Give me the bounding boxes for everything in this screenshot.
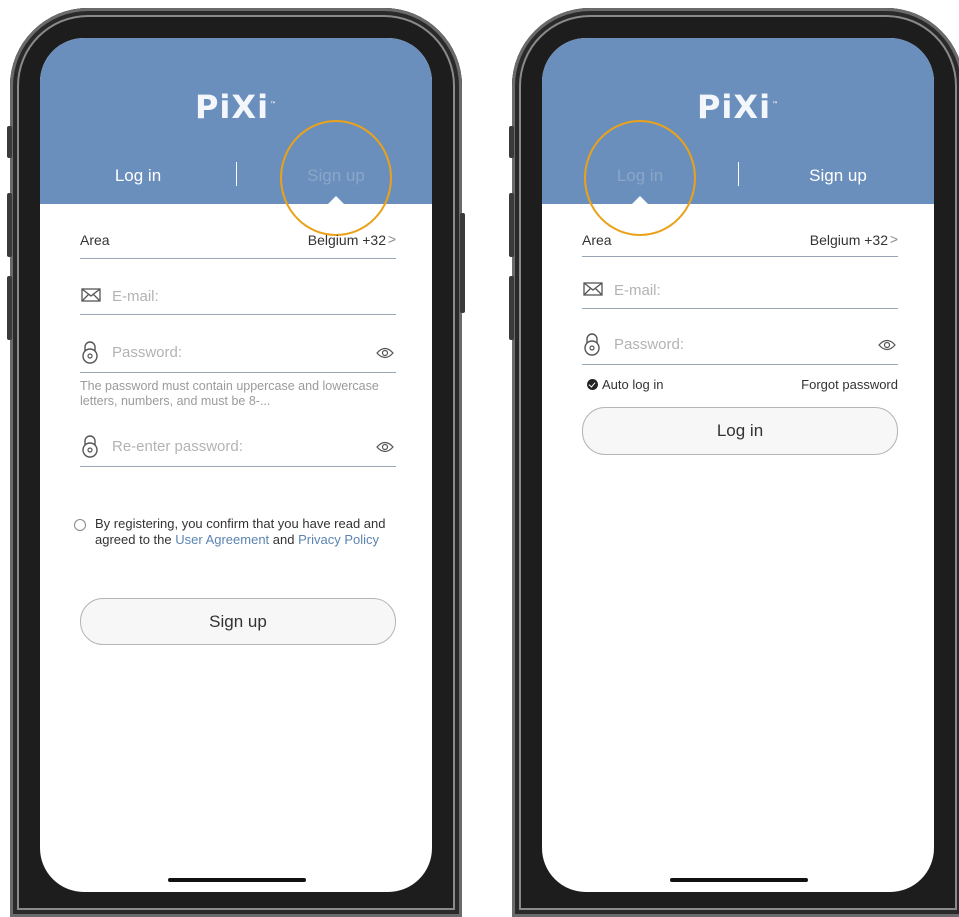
eye-icon[interactable] <box>376 346 394 364</box>
power-button <box>460 213 465 313</box>
signup-button[interactable]: Sign up <box>80 598 396 645</box>
mute-switch <box>509 126 514 158</box>
email-placeholder: E-mail: <box>614 282 661 299</box>
signup-screen: PiXi™ Log in Sign up Area Belgium +32 > … <box>40 38 432 892</box>
lock-icon <box>81 434 99 463</box>
chevron-right-icon: > <box>889 231 898 247</box>
auto-login-toggle[interactable]: Auto log in <box>587 377 663 392</box>
forgot-password-link[interactable]: Forgot password <box>801 377 898 392</box>
password-field[interactable]: Password: <box>80 336 396 373</box>
mute-switch <box>7 126 12 158</box>
envelope-icon <box>81 288 101 307</box>
agreement-and: and <box>269 532 299 547</box>
volume-down-button <box>7 276 12 340</box>
auto-login-label: Auto log in <box>602 377 664 392</box>
user-agreement-link[interactable]: User Agreement <box>175 532 269 547</box>
reenter-password-field[interactable]: Re-enter password: <box>80 428 396 467</box>
reenter-password-placeholder: Re-enter password: <box>112 438 243 455</box>
chevron-right-icon: > <box>387 231 396 247</box>
highlight-ring <box>280 120 392 236</box>
password-hint: The password must contain uppercase and … <box>80 379 379 408</box>
home-indicator <box>168 878 306 882</box>
phone-frame-signup: PiXi™ Log in Sign up Area Belgium +32 > … <box>7 8 465 917</box>
agreement-text: By registering, you confirm that you hav… <box>95 516 410 548</box>
area-selector[interactable]: Area Belgium +32 > <box>80 228 396 259</box>
tab-signup[interactable]: Sign up <box>758 166 918 186</box>
login-button[interactable]: Log in <box>582 407 898 455</box>
lock-icon <box>81 340 99 369</box>
password-placeholder: Password: <box>112 344 183 361</box>
email-placeholder: E-mail: <box>112 288 159 305</box>
lock-icon <box>583 332 601 361</box>
email-field[interactable]: E-mail: <box>582 278 898 309</box>
area-label: Area <box>80 232 110 248</box>
password-field[interactable]: Password: <box>582 328 898 365</box>
area-selector[interactable]: Area Belgium +32 > <box>582 228 898 257</box>
login-screen: PiXi™ Log in Sign up Area Belgium +32 > … <box>542 38 934 892</box>
envelope-icon <box>583 282 603 301</box>
password-placeholder: Password: <box>614 336 685 353</box>
checkmark-icon <box>587 379 598 390</box>
home-indicator <box>670 878 808 882</box>
privacy-policy-link[interactable]: Privacy Policy <box>298 532 379 547</box>
area-value: Belgium +32 <box>809 232 888 248</box>
eye-icon[interactable] <box>376 440 394 458</box>
volume-up-button <box>509 193 514 257</box>
area-label: Area <box>582 232 612 248</box>
volume-up-button <box>7 193 12 257</box>
app-logo: PiXi™ <box>696 88 780 126</box>
email-field[interactable]: E-mail: <box>80 284 396 315</box>
phone-frame-login: PiXi™ Log in Sign up Area Belgium +32 > … <box>509 8 959 917</box>
area-value: Belgium +32 <box>307 232 386 248</box>
app-logo: PiXi™ <box>194 88 278 126</box>
tab-divider <box>236 162 237 186</box>
tab-divider <box>738 162 739 186</box>
radio-icon[interactable] <box>74 519 86 531</box>
eye-icon[interactable] <box>878 338 896 356</box>
volume-down-button <box>509 276 514 340</box>
highlight-ring <box>584 120 696 236</box>
tab-login[interactable]: Log in <box>58 166 218 186</box>
